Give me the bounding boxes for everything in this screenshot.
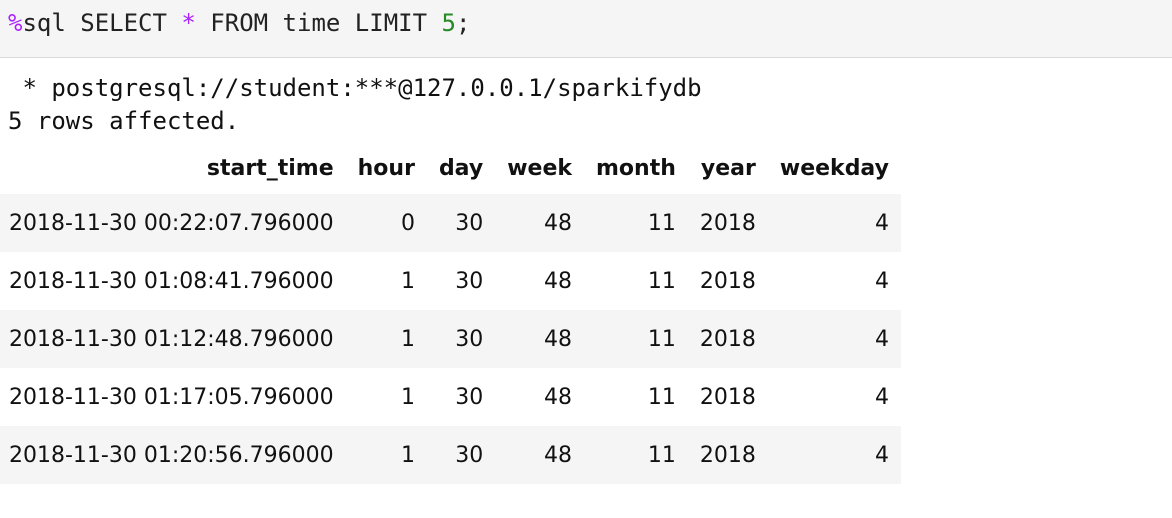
table-row: 2018-11-30 01:17:05.796000 1 30 48 11 20… xyxy=(0,368,901,426)
magic-prefix: % xyxy=(8,9,23,37)
query-star: * xyxy=(181,9,196,37)
table-cell: 2018-11-30 01:20:56.796000 xyxy=(0,426,346,484)
table-cell: 30 xyxy=(426,426,496,484)
sql-query[interactable]: %sql SELECT * FROM time LIMIT 5; xyxy=(8,6,470,40)
query-limit-number: 5 xyxy=(441,9,456,37)
table-header-row: start_time hour day week month year week… xyxy=(0,142,901,194)
result-table: start_time hour day week month year week… xyxy=(0,142,901,484)
table-cell: 11 xyxy=(584,368,688,426)
table-row: 2018-11-30 01:08:41.796000 1 30 48 11 20… xyxy=(0,252,901,310)
table-cell: 48 xyxy=(495,252,584,310)
table-cell: 4 xyxy=(767,252,901,310)
cell-output-text: * postgresql://student:***@127.0.0.1/spa… xyxy=(8,72,702,138)
table-cell: 2018-11-30 01:12:48.796000 xyxy=(0,310,346,368)
table-cell: 0 xyxy=(345,194,427,252)
connection-string: * postgresql://student:***@127.0.0.1/spa… xyxy=(8,74,702,102)
table-cell: 1 xyxy=(345,252,427,310)
table-row: 2018-11-30 00:22:07.796000 0 30 48 11 20… xyxy=(0,194,901,252)
column-header: month xyxy=(596,155,676,181)
table-cell: 11 xyxy=(584,426,688,484)
column-header: day xyxy=(438,155,484,181)
table-cell: 30 xyxy=(426,194,496,252)
rows-affected: 5 rows affected. xyxy=(8,107,240,135)
query-part-2: FROM time LIMIT xyxy=(195,9,442,37)
table-cell: 2018 xyxy=(687,310,768,368)
table-cell: 2018 xyxy=(687,252,768,310)
table-cell: 30 xyxy=(426,310,496,368)
table-cell: 48 xyxy=(495,426,584,484)
table-cell: 11 xyxy=(584,252,688,310)
table-cell: 2018 xyxy=(687,368,768,426)
table-row: 2018-11-30 01:12:48.796000 1 30 48 11 20… xyxy=(0,310,901,368)
table-cell: 4 xyxy=(767,426,901,484)
query-terminator: ; xyxy=(455,9,471,37)
table-cell: 30 xyxy=(426,368,496,426)
column-header: hour xyxy=(357,155,415,181)
table-cell: 2018-11-30 00:22:07.796000 xyxy=(0,194,346,252)
column-header: start_time xyxy=(206,155,334,181)
table-cell: 2018-11-30 01:08:41.796000 xyxy=(0,252,346,310)
table-cell: 2018 xyxy=(687,426,768,484)
table-cell: 2018 xyxy=(687,194,768,252)
table-cell: 4 xyxy=(767,194,901,252)
table-cell: 11 xyxy=(584,194,688,252)
column-header: week xyxy=(507,155,572,181)
table-cell: 1 xyxy=(345,426,427,484)
table-cell: 4 xyxy=(767,310,901,368)
query-part-1: sql SELECT xyxy=(22,9,182,37)
table-cell: 30 xyxy=(426,252,496,310)
table-cell: 2018-11-30 01:17:05.796000 xyxy=(0,368,346,426)
table-cell: 4 xyxy=(767,368,901,426)
table-cell: 48 xyxy=(495,194,584,252)
table-cell: 1 xyxy=(345,368,427,426)
table-cell: 1 xyxy=(345,310,427,368)
table-cell: 48 xyxy=(495,310,584,368)
table-row: 2018-11-30 01:20:56.796000 1 30 48 11 20… xyxy=(0,426,901,484)
column-header: year xyxy=(700,155,756,181)
table-cell: 11 xyxy=(584,310,688,368)
table-cell: 48 xyxy=(495,368,584,426)
code-cell-input[interactable]: %sql SELECT * FROM time LIMIT 5; xyxy=(0,0,1172,58)
column-header: weekday xyxy=(779,155,889,181)
